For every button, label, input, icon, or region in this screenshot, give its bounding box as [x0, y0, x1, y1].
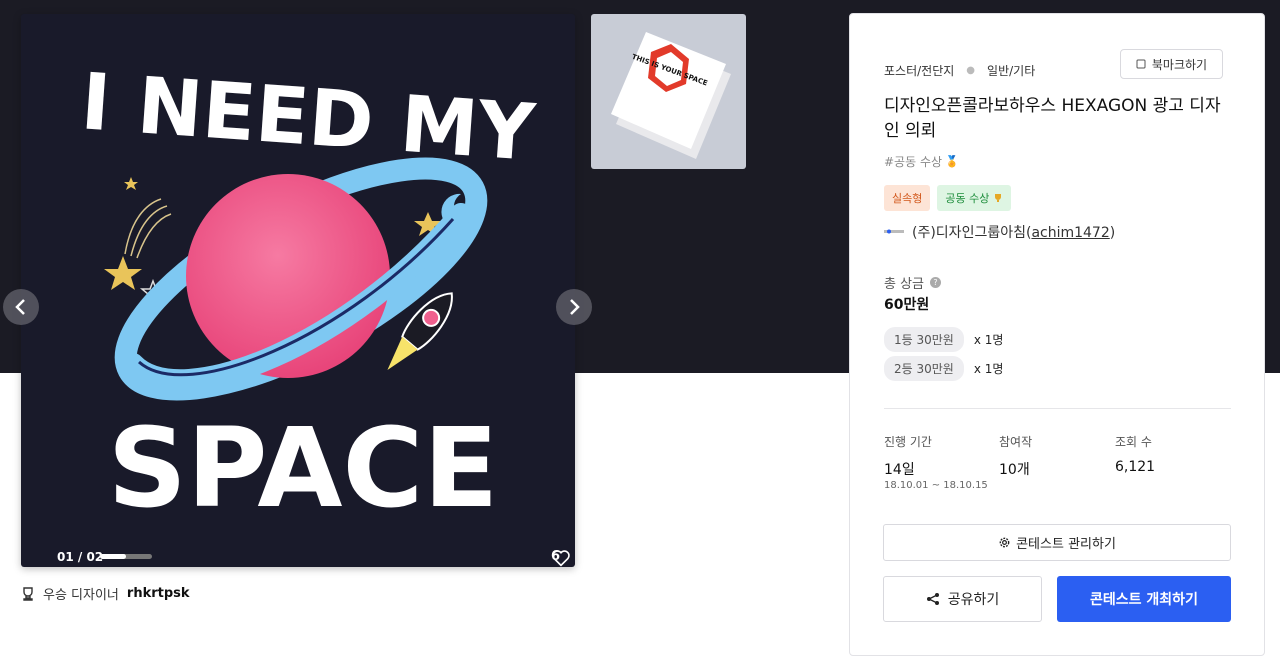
share-label: 공유하기: [947, 592, 1000, 608]
bookmark-label: 북마크하기: [1151, 57, 1208, 72]
winner-info: 우승 디자이너 rhkrtpsk: [21, 584, 190, 603]
category-link[interactable]: 포스터/전단지: [884, 62, 954, 79]
prize-row-1: 1등 30만원 x 1명: [884, 327, 1003, 352]
host-info[interactable]: (주)디자인그룹아침(achim1472): [884, 222, 1115, 242]
stat-value-entries: 10개: [999, 462, 1030, 478]
share-icon: [926, 593, 939, 605]
trophy-icon: [23, 586, 33, 601]
winner-name[interactable]: rhkrtpsk: [127, 586, 190, 601]
badge-joint-award-label: 공동 수상: [945, 192, 990, 205]
host-logo: [884, 226, 904, 238]
host-contest-button[interactable]: 콘테스트 개최하기: [1057, 576, 1231, 622]
contest-title: 디자인오픈콜라보하우스 HEXAGON 광고 디자인 의뢰: [884, 96, 1221, 141]
divider: [884, 408, 1231, 409]
bookmark-icon: [1136, 59, 1146, 69]
thumbnail-2[interactable]: THIS IS YOUR SPACE: [591, 14, 746, 169]
badge-list: 실속형 공동 수상: [884, 185, 1012, 211]
breadcrumb-separator: ●: [966, 65, 976, 76]
slide-progress-bar: [100, 554, 152, 559]
thumbnail-illustration: THIS IS YOUR SPACE: [611, 32, 731, 159]
help-icon[interactable]: ?: [930, 277, 942, 288]
badge-type: 실속형: [884, 185, 931, 211]
host-name: (주)디자인그룹아침: [912, 225, 1026, 241]
slide-progress-fill: [100, 554, 126, 559]
chevron-left-icon: [15, 299, 25, 315]
prize-total: 60만원: [884, 297, 930, 313]
next-slide-button[interactable]: [556, 289, 592, 325]
bookmark-button[interactable]: 북마크하기: [1120, 49, 1223, 79]
contest-info-panel: 포스터/전단지 ● 일반/기타 북마크하기 디자인오픈콜라보하우스 HEXAGO…: [849, 13, 1265, 656]
main-image[interactable]: I NEED MY SPACE 01 / 02 6: [21, 14, 575, 567]
breadcrumb: 포스터/전단지 ● 일반/기타: [884, 62, 1035, 79]
host-id[interactable]: achim1472: [1031, 225, 1109, 241]
stat-value-views: 6,121: [1115, 459, 1156, 475]
manage-contest-label: 콘테스트 관리하기: [1016, 537, 1116, 552]
stat-value-period: 14일: [884, 462, 915, 478]
poster-illustration: I NEED MY SPACE: [78, 57, 539, 532]
period-dates: 18.10.01 ~ 18.10.15: [884, 480, 988, 491]
heart-icon: [552, 550, 570, 567]
gear-icon: [999, 537, 1010, 548]
trophy-icon: [995, 194, 1002, 202]
prize-label: 총 상금 ?: [884, 273, 942, 292]
hashtag-text: #공동 수상: [884, 155, 943, 169]
stat-label-period: 진행 기간: [884, 435, 932, 449]
share-button[interactable]: 공유하기: [883, 576, 1042, 622]
award-icon: 🏅: [945, 155, 959, 168]
poster-text-bottom: SPACE: [108, 404, 499, 532]
stat-label-entries: 참여작: [999, 435, 1033, 449]
poster-text-top: I NEED MY: [78, 57, 539, 179]
stat-label-views: 조회 수: [1115, 435, 1152, 449]
badge-joint-award: 공동 수상: [937, 185, 1012, 211]
like-button[interactable]: 6: [551, 549, 570, 567]
prize-count-1: x 1명: [973, 333, 1004, 347]
prev-slide-button[interactable]: [3, 289, 39, 325]
chevron-right-icon: [570, 299, 580, 315]
manage-contest-button[interactable]: 콘테스트 관리하기: [883, 524, 1231, 561]
prize-count-2: x 1명: [973, 362, 1004, 376]
prize-chip-2: 2등 30만원: [884, 356, 964, 381]
winner-label: 우승 디자이너: [43, 588, 119, 603]
slide-counter: 01 / 02: [57, 550, 104, 564]
prize-row-2: 2등 30만원 x 1명: [884, 356, 1003, 381]
prize-label-text: 총 상금: [884, 277, 925, 292]
subcategory-link[interactable]: 일반/기타: [987, 62, 1035, 79]
hashtag[interactable]: #공동 수상 🏅: [884, 153, 959, 170]
prize-chip-1: 1등 30만원: [884, 327, 964, 352]
